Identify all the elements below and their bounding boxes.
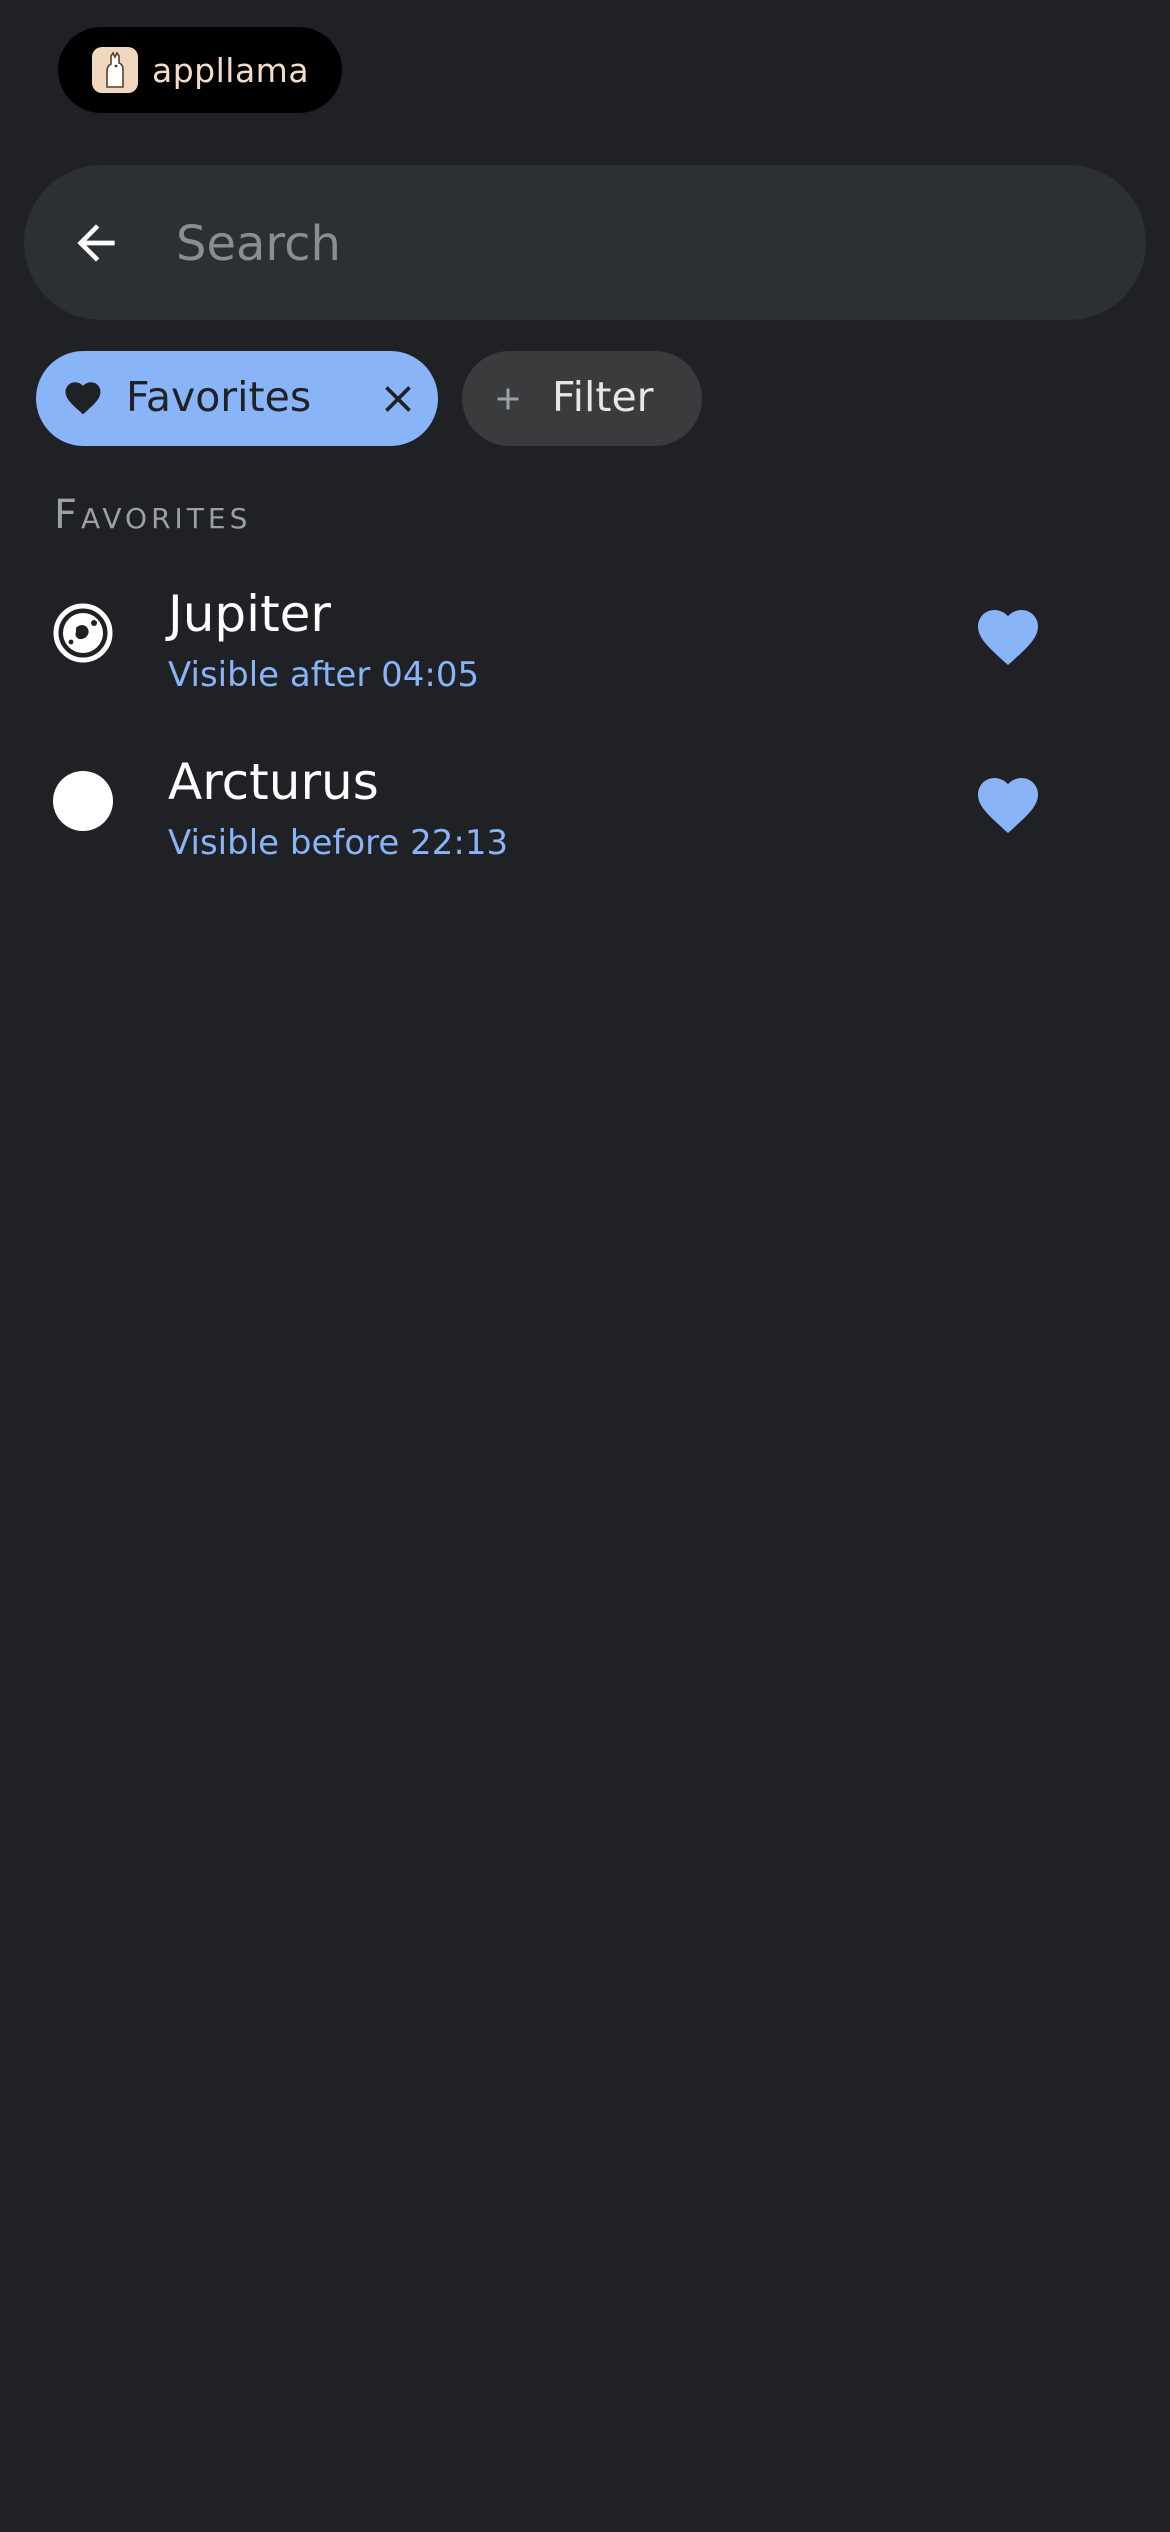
arrow-left-icon xyxy=(77,224,115,262)
planet-icon xyxy=(53,603,113,663)
section-header: Favorites xyxy=(54,492,252,538)
back-button[interactable] xyxy=(60,207,132,279)
favorites-chip-label: Favorites xyxy=(126,373,312,421)
star-icon xyxy=(53,771,113,831)
brand-name: appllama xyxy=(152,50,310,90)
heart-icon xyxy=(65,382,101,415)
heart-icon xyxy=(978,610,1038,666)
search-bar xyxy=(24,165,1146,320)
item-title: Arcturus xyxy=(168,753,379,811)
item-subtitle: Visible after 04:05 xyxy=(168,655,480,695)
heart-icon xyxy=(978,778,1038,834)
add-filter-chip[interactable]: Filter xyxy=(462,351,702,446)
list-item[interactable]: Jupiter Visible after 04:05 xyxy=(0,557,1170,707)
plus-icon xyxy=(497,388,519,410)
close-icon[interactable] xyxy=(376,377,420,421)
item-title: Jupiter xyxy=(168,585,331,643)
item-subtitle: Visible before 22:13 xyxy=(168,823,509,863)
favorites-chip[interactable]: Favorites xyxy=(36,351,438,446)
filter-chip-label: Filter xyxy=(552,373,654,421)
favorite-button[interactable] xyxy=(968,767,1048,837)
brand-badge[interactable]: appllama xyxy=(58,27,342,113)
llama-icon xyxy=(92,47,138,93)
favorite-button[interactable] xyxy=(968,599,1048,669)
list-item[interactable]: Arcturus Visible before 22:13 xyxy=(0,725,1170,875)
search-input[interactable] xyxy=(174,205,1078,283)
